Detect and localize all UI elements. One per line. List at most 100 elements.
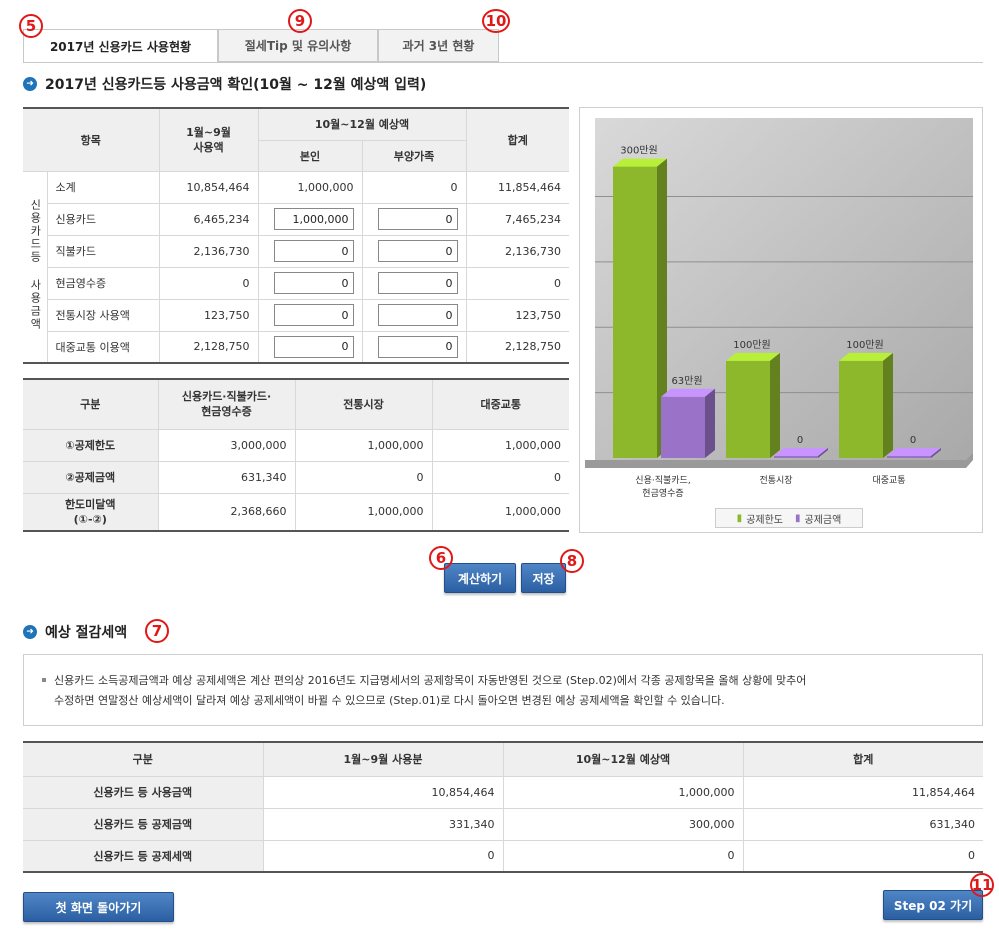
credit-card-self-input[interactable]: [273, 208, 354, 230]
annotation-marker: 6: [429, 546, 453, 570]
jan-sep-value: 2,128,750: [158, 330, 259, 364]
row-label: 한도미달액 (①-②): [23, 492, 159, 532]
chart-bar: [726, 360, 770, 458]
market-value: 0: [294, 460, 433, 494]
total-value: 0: [742, 839, 983, 873]
total-value: 2,128,750: [465, 330, 570, 364]
header-category: 구분: [23, 741, 264, 777]
dep-value: 0: [361, 170, 467, 204]
chart-bar: [661, 396, 705, 458]
group-label-cell: 신용카드등 사용금액: [23, 170, 48, 364]
usage-table: 항목 1월~9월 사용액 10월~12월 예상액 합계 본인 부양가족 신용카드…: [23, 107, 570, 364]
card-value: 2,368,660: [157, 492, 296, 532]
jan-sep-value: 2,136,730: [158, 234, 259, 268]
annotation-marker: 9: [288, 9, 312, 33]
notice-line: 수정하면 연말정산 예상세액이 달라져 예상 공제세액이 바뀔 수 있으므로 (…: [54, 694, 725, 707]
jan-sep-value: 10,854,464: [262, 775, 504, 809]
row-label: 소계: [46, 170, 160, 204]
header-dependents: 부양가족: [361, 139, 467, 172]
back-to-home-button[interactable]: 첫 화면 돌아가기: [23, 892, 174, 922]
transit-self-input[interactable]: [273, 335, 354, 358]
legend-green-bar-icon: ▮: [736, 512, 743, 524]
transit-value: 1,000,000: [431, 428, 569, 462]
chart-bar-side: [883, 352, 893, 458]
chart-bar-side: [705, 388, 715, 458]
legend-label: 공제금액: [804, 514, 842, 526]
section-title-text: 예상 절감세액: [45, 625, 128, 641]
market-value: 1,000,000: [294, 428, 433, 462]
arrow-bullet-icon: ➜: [23, 625, 37, 639]
tab-label: 절세Tip 및 유의사항: [244, 39, 352, 53]
tab-tips[interactable]: 절세Tip 및 유의사항: [218, 29, 378, 62]
notice-box: 신용카드 소득공제금액과 예상 공제세액은 계산 편의상 2016년도 지급명세…: [23, 654, 983, 726]
tab-label: 과거 3년 현황: [402, 39, 475, 53]
row-label: 현금영수증: [46, 266, 160, 300]
card-value: 3,000,000: [157, 428, 296, 462]
jan-sep-value: 0: [158, 266, 259, 300]
market-self-input[interactable]: [273, 304, 354, 326]
row-label: 신용카드: [46, 202, 160, 236]
self-value: 1,000,000: [257, 170, 363, 204]
tab-2017-usage[interactable]: 2017년 신용카드 사용현황: [23, 29, 218, 63]
chart-bar: [887, 456, 931, 458]
chart-svg: 300만원 63만원 100만원 0 100만원 0 신용·직불카드, 현금영수증 전통시장 대…: [585, 118, 973, 499]
data-label: 0: [797, 435, 803, 446]
total-value: 11,854,464: [465, 170, 570, 204]
jan-sep-value: 123,750: [158, 298, 259, 332]
annotation-marker: 8: [560, 549, 584, 573]
annotation-marker: 7: [145, 619, 169, 643]
section-title-text: 2017년 신용카드등 사용금액 확인(10월 ~ 12월 예상액 입력): [45, 77, 427, 93]
market-dep-input[interactable]: [377, 304, 458, 326]
row-label: 신용카드 등 사용금액: [23, 775, 264, 809]
tab-divider: [23, 62, 983, 63]
tab-label: 2017년 신용카드 사용현황: [49, 39, 192, 54]
header-total: 합계: [742, 741, 983, 777]
debit-card-dep-input[interactable]: [377, 240, 458, 262]
calculate-button[interactable]: 계산하기: [444, 563, 516, 593]
section-title-usage: ➜ 2017년 신용카드등 사용금액 확인(10월 ~ 12월 예상액 입력): [23, 74, 426, 94]
data-label: 100만원: [846, 339, 884, 351]
group-label: 신용카드등 사용금액: [28, 199, 42, 332]
debit-card-self-input[interactable]: [273, 240, 354, 262]
oct-dec-value: 1,000,000: [502, 775, 744, 809]
total-value: 123,750: [465, 298, 570, 332]
credit-card-dep-input[interactable]: [377, 208, 458, 230]
chart-bar: [774, 456, 818, 458]
header-jan-sep: 1월~9월 사용분: [262, 741, 504, 777]
bullet-dot-icon: [42, 678, 46, 682]
cash-receipt-dep-input[interactable]: [377, 272, 458, 294]
annotation-marker: 10: [482, 9, 510, 33]
total-value: 2,136,730: [465, 234, 570, 268]
row-label: 신용카드 등 공제세액: [23, 839, 264, 873]
jan-sep-value: 331,340: [262, 807, 504, 841]
card-value: 631,340: [157, 460, 296, 494]
row-label: 직불카드: [46, 234, 160, 268]
data-label: 63만원: [671, 375, 702, 387]
arrow-bullet-icon: ➜: [23, 77, 37, 91]
save-button[interactable]: 저장: [521, 563, 566, 593]
step-02-button[interactable]: Step 02 가기: [883, 890, 983, 920]
data-label: 0: [910, 435, 916, 446]
cash-receipt-self-input[interactable]: [273, 272, 354, 294]
transit-value: 0: [431, 460, 569, 494]
data-label: 300만원: [620, 145, 658, 157]
transit-dep-input[interactable]: [377, 335, 458, 358]
x-tick-label: 신용·직불카드,: [635, 475, 690, 486]
row-label: ②공제금액: [23, 460, 159, 494]
chart-bar: [839, 360, 883, 458]
chart-bar: [613, 166, 657, 459]
oct-dec-value: 300,000: [502, 807, 744, 841]
x-tick-label: 전통시장: [759, 475, 792, 486]
header-oct-dec: 10월~12월 예상액: [257, 107, 467, 141]
header-card: 신용카드·직불카드· 현금영수증: [157, 378, 296, 430]
header-category: 구분: [23, 378, 159, 430]
row-label: 전통시장 사용액: [46, 298, 160, 332]
jan-sep-value: 10,854,464: [158, 170, 259, 204]
total-value: 7,465,234: [465, 202, 570, 236]
tab-past-3-years[interactable]: 과거 3년 현황: [378, 29, 499, 62]
header-total: 합계: [465, 107, 570, 172]
header-market: 전통시장: [294, 378, 433, 430]
oct-dec-value: 0: [502, 839, 744, 873]
notice-line: 신용카드 소득공제금액과 예상 공제세액은 계산 편의상 2016년도 지급명세…: [54, 674, 807, 687]
total-value: 631,340: [742, 807, 983, 841]
